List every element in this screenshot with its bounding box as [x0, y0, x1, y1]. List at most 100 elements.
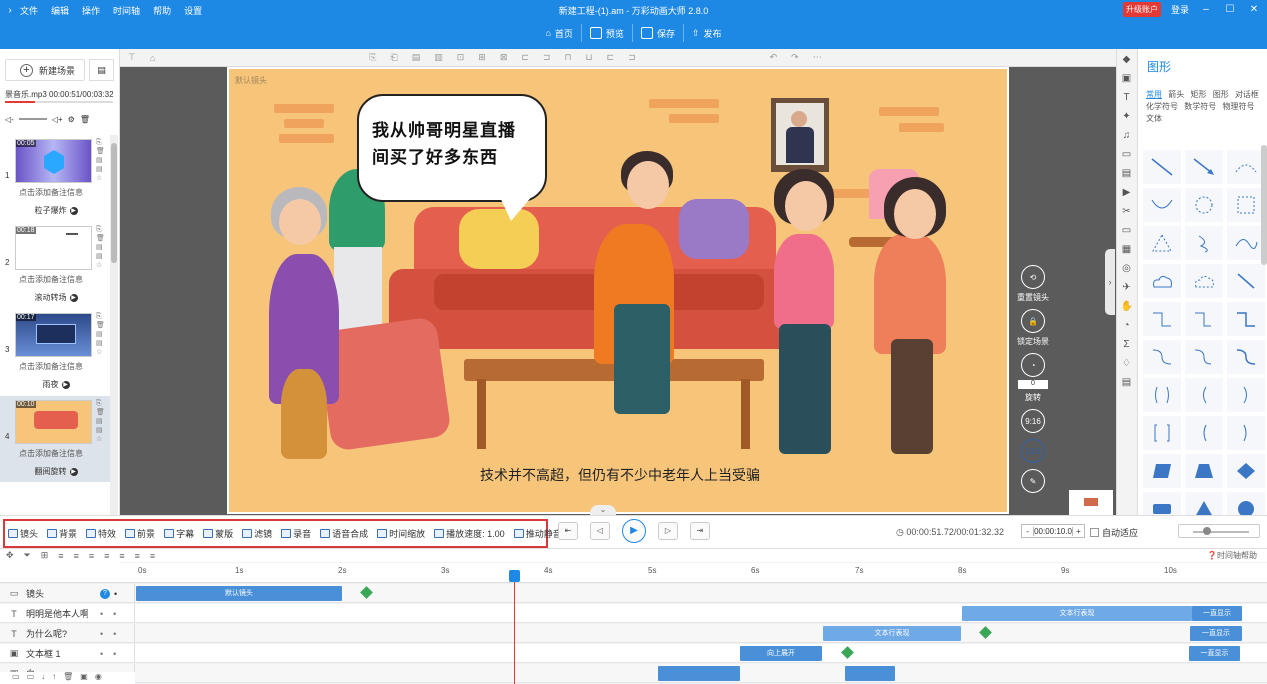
parallelogram-shape[interactable]	[1143, 454, 1181, 488]
chart-icon[interactable]: ▤	[1121, 167, 1133, 180]
elbow-arrow-shape[interactable]	[1185, 302, 1223, 336]
woman-right-jacket[interactable]	[874, 234, 946, 354]
timeline-help[interactable]: ❓时间轴帮助	[1207, 550, 1257, 561]
home-button[interactable]: ⌂ 首页	[537, 24, 582, 42]
copy-icon[interactable]: ⎘	[96, 139, 106, 146]
autofit-checkbox[interactable]: 自动适应	[1090, 526, 1138, 539]
layer-icon[interactable]: ▤	[412, 52, 421, 63]
double-arrow-shape[interactable]	[1227, 264, 1265, 298]
lock-icon[interactable]: ▣	[80, 672, 88, 684]
star-icon[interactable]: ☆	[96, 175, 106, 182]
volume-up-icon[interactable]: ◁+	[52, 115, 63, 124]
play-icon[interactable]: ▶	[622, 519, 646, 543]
preview-button[interactable]: 预览	[582, 24, 633, 42]
brace-left-shape[interactable]	[1185, 378, 1223, 412]
bracket-right-shape[interactable]	[1227, 416, 1265, 450]
effects-button[interactable]: 特效	[86, 527, 116, 540]
elbow-double-shape[interactable]	[1227, 302, 1265, 336]
playhead-handle[interactable]	[509, 570, 520, 582]
prev-scene-icon[interactable]: ⇤	[558, 522, 578, 540]
minimize-icon[interactable]: –	[1199, 4, 1213, 15]
ratio-9-16-button[interactable]: 9:16	[1021, 409, 1045, 433]
timeline-row-textbox[interactable]: ▣ 文本框 1 •• 向上展开 一直显示	[0, 644, 1267, 663]
drop-icon[interactable]: ♢	[1121, 357, 1133, 370]
s-curve-arrow-shape[interactable]	[1185, 340, 1223, 374]
prev-frame-icon[interactable]: ◁	[590, 522, 610, 540]
scene-note[interactable]: 点击添加备注信息	[19, 187, 93, 198]
visibility-icon[interactable]: •	[114, 589, 117, 599]
rotate-value[interactable]: 0	[1018, 380, 1048, 389]
shape-icon[interactable]: ◆	[1121, 53, 1133, 66]
timeline-bar[interactable]	[658, 666, 740, 681]
chat-icon[interactable]: ▭	[1121, 148, 1133, 161]
video-icon[interactable]: ▶	[1121, 186, 1133, 199]
eye-icon[interactable]: ◉	[95, 672, 102, 684]
brace-right-shape[interactable]	[1227, 378, 1265, 412]
line-shape[interactable]	[1143, 150, 1181, 184]
redo-icon[interactable]: ↷	[791, 52, 799, 63]
delete-icon[interactable]: 🗑	[96, 148, 106, 155]
film-icon[interactable]: ▦	[1121, 243, 1133, 256]
effect-icon[interactable]: ✦	[1121, 110, 1133, 123]
collapse-down-icon[interactable]: ⌄	[590, 505, 616, 515]
wave-shape[interactable]	[1227, 226, 1265, 260]
scene-item-3[interactable]: 3 00:17 点击添加备注信息 雨夜 ▶ ⎘ 🗑 ▤ ▤ ☆	[0, 309, 110, 395]
text-icon[interactable]: T	[1121, 91, 1133, 104]
move-icon[interactable]: ▤	[96, 244, 106, 251]
undo-icon[interactable]: ↶	[770, 52, 778, 63]
timeline-bar[interactable]	[845, 666, 895, 681]
music-icon[interactable]: ♫	[1121, 129, 1133, 142]
move-icon[interactable]: ▤	[96, 157, 106, 164]
plane-icon[interactable]: ✈	[1121, 281, 1133, 294]
move-up-bar[interactable]: 向上展开	[740, 646, 822, 661]
distribute-icon[interactable]: ⊓	[564, 52, 571, 63]
music-delete-icon[interactable]: 🗑	[80, 115, 90, 124]
tab-chemistry[interactable]: 化学符号	[1146, 101, 1178, 113]
stack-icon[interactable]: ≡	[135, 551, 140, 561]
text-appear-bar[interactable]: 文本行表现	[823, 626, 961, 641]
scene-transition[interactable]: 翻阅旋转 ▶	[18, 466, 94, 477]
scene-transition[interactable]: 滚动转场 ▶	[18, 292, 94, 303]
collapse-right-icon[interactable]: ›	[1105, 249, 1115, 315]
row-toggles[interactable]: ••	[100, 649, 126, 659]
curve-shape[interactable]	[1143, 188, 1181, 222]
scene-note[interactable]: 点击添加备注信息	[19, 274, 93, 285]
insert-icon[interactable]: ▤	[96, 427, 106, 434]
sigma-icon[interactable]: Σ	[1121, 338, 1133, 351]
tab-common[interactable]: 常用	[1146, 89, 1162, 101]
align-center-icon[interactable]: ≡	[74, 551, 79, 561]
timeline-row-text2[interactable]: T 为什么呢? •• 文本行表现 一直显示	[0, 624, 1267, 643]
paste-icon[interactable]: ⎗	[390, 52, 397, 63]
filter-icon[interactable]: ⏷	[24, 550, 31, 561]
insert-icon[interactable]: ▤	[96, 166, 106, 173]
up-arrow-icon[interactable]: ↑	[52, 672, 56, 684]
scene-transition[interactable]: 雨夜 ▶	[18, 379, 94, 390]
move-icon[interactable]: ▤	[96, 418, 106, 425]
minimap[interactable]	[1069, 490, 1113, 515]
more-icon[interactable]: ⋯	[813, 52, 822, 63]
tab-physics[interactable]: 物理符号	[1222, 101, 1254, 113]
move-icon[interactable]: ▤	[96, 331, 106, 338]
size-icon[interactable]: ⊐	[628, 52, 636, 63]
globe-icon[interactable]: ◎	[1121, 262, 1133, 275]
lock-icon[interactable]: 🔒	[1021, 309, 1045, 333]
circle-dashed-shape[interactable]	[1185, 188, 1223, 222]
cloud-shape[interactable]	[1143, 264, 1181, 298]
add-keyframe-icon[interactable]	[360, 586, 373, 599]
elbow-shape[interactable]	[1143, 302, 1181, 336]
tab-arrow[interactable]: 箭头	[1168, 89, 1184, 101]
subtitle-button[interactable]: 字幕	[164, 527, 194, 540]
timeline-ruler[interactable]: 0s 1s 2s 3s 4s 5s 6s 7s 8s 9s 10s	[0, 563, 1267, 583]
spacing-icon[interactable]: ≡	[119, 551, 124, 561]
s-curve-double-shape[interactable]	[1227, 340, 1265, 374]
delete-icon[interactable]: 🗑	[96, 409, 106, 416]
freehand-shape[interactable]	[1185, 226, 1223, 260]
next-scene-icon[interactable]: ⇥	[690, 522, 710, 540]
crop-icon[interactable]: ⊏	[607, 52, 615, 63]
rect-dashed-shape[interactable]	[1227, 188, 1265, 222]
scene-note[interactable]: 点击添加备注信息	[19, 448, 93, 459]
background-button[interactable]: 背景	[47, 527, 77, 540]
purple-pillow[interactable]	[679, 199, 749, 259]
always-show-bar[interactable]: 一直显示	[1189, 646, 1240, 661]
arrow-line-shape[interactable]	[1185, 150, 1223, 184]
